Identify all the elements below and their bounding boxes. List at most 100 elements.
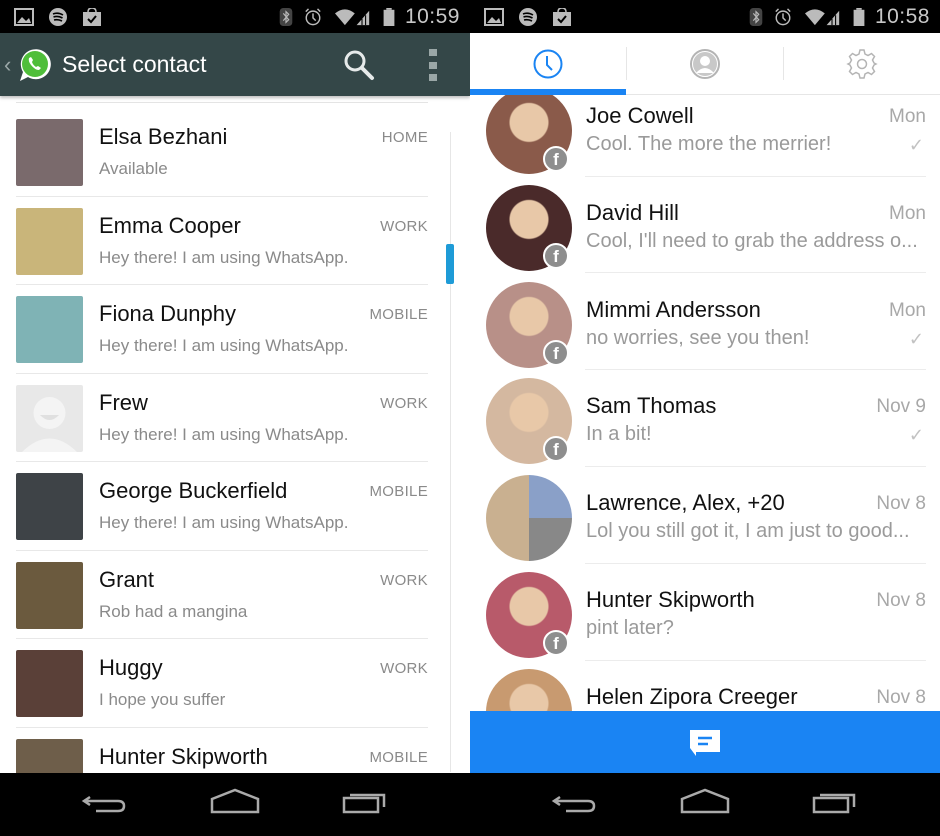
phone-type-label: MOBILE [369,748,428,766]
message-date: Mon [889,106,926,127]
conversation-name: Lawrence, Alex, +20 [586,490,785,516]
message-preview: Cool, I'll need to grab the address o... [586,229,918,252]
conversation-row[interactable]: f Joe Cowell Cool. The more the merrier! Mo… [470,95,940,177]
message-preview: Cool. The more the merrier! [586,133,832,155]
conversation-row[interactable]: f David Hill Cool, I'll need to grab the a… [470,177,940,274]
contact-name: Elsa Bezhani [99,124,228,149]
conversation-row[interactable]: Helen Zipora CreegerYoNov 8✓ [470,661,940,711]
spotify-icon [519,7,537,26]
gallery-icon [14,7,34,26]
contact-name: Huggy [99,655,163,680]
compose-button[interactable] [470,711,940,773]
battery-icon [853,7,865,26]
conversation-row[interactable]: f Mimmi Andersson no worries, see you then… [470,274,940,371]
conversation-row[interactable]: Lawrence, Alex, +20 Lol you still got it,… [470,467,940,564]
conversation-name: Mimmi Andersson [586,296,761,322]
page-title: Select contact [62,51,207,77]
contact-row[interactable]: George Buckerfield Hey there! I am using … [16,462,428,551]
whatsapp-logo-icon[interactable] [16,47,52,83]
message-date: Nov 8 [876,590,926,611]
conversation-name: Sam Thomas [586,393,717,419]
spotify-icon [49,7,67,26]
message-date: Mon [889,202,926,224]
message-preview: no worries, see you then! [586,326,810,349]
avatar [16,296,83,363]
message-date: Mon [889,299,926,321]
home-nav-icon[interactable] [680,787,730,821]
system-nav-bar [0,773,470,836]
avatar [16,119,83,186]
compose-message-icon [690,730,720,756]
conversation-name: David Hill [586,199,679,225]
phone-type-label: WORK [380,571,428,589]
phone-type-label: WORK [380,660,428,677]
home-nav-icon[interactable] [210,787,260,821]
contact-status: Rob had a mangina [99,601,248,621]
play-store-icon [553,7,571,26]
contact-row[interactable]: Emma Cooper Hey there! I am using WhatsAp… [16,197,428,285]
contact-name: Emma Cooper [99,212,241,238]
conversation-name: Helen Zipora Creeger [586,683,798,709]
tab-people[interactable] [627,33,783,95]
tab-bar [470,33,940,95]
conversation-row[interactable]: f Hunter Skipworth pint later? Nov 8 [470,564,940,661]
phone-type-label: MOBILE [369,306,428,323]
overflow-menu-icon[interactable] [426,49,440,81]
contact-name: Hunter Skipworth [99,743,268,769]
phone-type-label: WORK [380,394,428,412]
conversation-name: Joe Cowell [586,103,694,128]
contact-row[interactable]: Frew Hey there! I am using WhatsApp. WORK [16,374,428,462]
action-bar: ‹ Select contact [0,33,470,96]
phone-type-label: WORK [380,217,428,235]
status-bar: 10:58 [470,0,940,33]
recents-nav-icon[interactable] [340,787,390,821]
status-bar: 10:59 [0,0,470,33]
alarm-icon [775,7,791,25]
conversation-row[interactable]: f Sam Thomas In a bit! Nov 9 ✓ [470,370,940,467]
phone-type-label: MOBILE [369,483,428,500]
contact-name: George Buckerfield [99,478,288,503]
back-nav-icon[interactable] [80,787,130,821]
gallery-icon [484,7,504,26]
conversation-name: Hunter Skipworth [586,587,755,612]
bluetooth-icon [749,7,763,26]
message-preview: In a bit! [586,423,652,446]
tab-settings[interactable] [784,33,940,95]
messenger-screen: 10:58 f Joe Cowell Cool. The more the merr… [470,0,940,836]
facebook-badge-icon: f [543,146,569,172]
recents-nav-icon[interactable] [810,787,860,821]
status-time: 10:59 [404,4,460,28]
facebook-badge-icon: f [543,630,569,656]
avatar [16,384,83,452]
avatar [16,561,83,629]
message-preview: Lol you still got it, I am just to good.… [586,520,910,543]
avatar [486,668,572,711]
facebook-badge-icon: f [543,436,569,463]
system-nav-bar [470,773,940,836]
avatar [16,650,83,717]
bluetooth-icon [279,7,293,26]
back-nav-icon[interactable] [550,787,600,821]
contact-row[interactable]: Hunter Skipworth MOBILE [16,728,428,773]
tab-recent[interactable] [470,33,626,95]
seen-check-icon: ✓ [908,135,924,155]
message-date: Nov 8 [876,493,926,515]
contact-row[interactable]: Huggy I hope you suffer WORK [16,639,428,728]
alarm-icon [305,7,321,25]
avatar [486,475,572,562]
contact-row[interactable]: Grant Rob had a mangina WORK [16,551,428,639]
conversation-list: f Joe Cowell Cool. The more the merrier! Mo… [470,95,940,711]
contact-status: Available [99,159,168,178]
scrollbar-thumb[interactable] [446,244,454,284]
search-icon[interactable] [343,49,375,81]
contact-row[interactable]: Elsa Bezhani Available HOME [16,108,428,197]
message-date: Nov 8 [876,686,926,708]
avatar [16,473,83,540]
contact-row[interactable]: Fiona Dunphy Hey there! I am using WhatsA… [16,285,428,374]
contact-name: Grant [99,566,155,592]
back-chevron-icon[interactable]: ‹ [4,52,16,78]
clock-icon [533,49,563,79]
status-time: 10:58 [874,4,930,28]
facebook-badge-icon: f [543,242,569,269]
whatsapp-screen: 10:59 ‹ Select contact Elsa Bezhani Avail… [0,0,470,836]
